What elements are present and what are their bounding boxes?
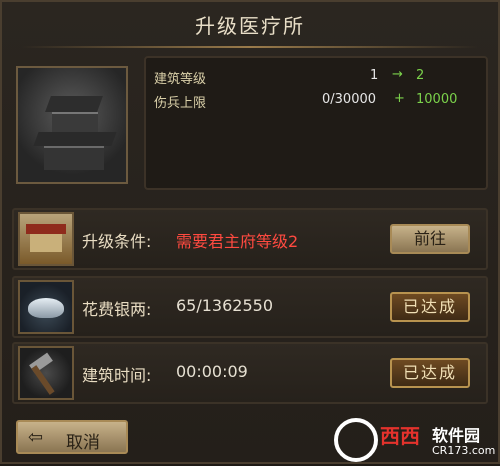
cancel-button[interactable]: ⇦ 取消 <box>16 420 128 454</box>
time-row: 建筑时间: 00:00:09 已达成 <box>12 342 488 404</box>
building-level-current: 1 <box>370 68 379 83</box>
site-watermark: 西西 软件园 CR173.com <box>332 414 500 466</box>
watermark-site: 软件园 <box>432 426 481 445</box>
dialog-title: 升级医疗所 <box>195 14 305 38</box>
cost-value: 65/1362550 <box>176 296 274 315</box>
wounded-cap-label: 伤兵上限 <box>154 96 207 111</box>
back-arrow-icon: ⇦ <box>28 427 44 448</box>
cost-row: 花费银两: 65/1362550 已达成 <box>12 276 488 338</box>
requirement-label: 升级条件: <box>82 232 152 251</box>
time-label: 建筑时间: <box>82 366 152 385</box>
wounded-cap-plus: + <box>394 91 405 106</box>
upgrade-dialog: 升级医疗所 建筑等级 1 → 2 伤兵上限 0/30000 + 10000 升级… <box>0 0 500 464</box>
wounded-cap-add: 10000 <box>416 92 458 107</box>
watermark-brand: 西西 <box>380 424 420 448</box>
building-level-label: 建筑等级 <box>154 72 207 87</box>
wounded-cap-current: 0/30000 <box>322 92 377 107</box>
cost-achieved-button[interactable]: 已达成 <box>390 292 470 322</box>
title-divider <box>22 46 478 48</box>
requirement-value: 需要君主府等级2 <box>176 232 299 251</box>
silver-ingot-icon <box>18 280 74 334</box>
building-level-next: 2 <box>416 68 425 83</box>
watermark-logo-icon <box>334 418 378 462</box>
watermark-url: CR173.com <box>432 444 496 457</box>
cost-label: 花费银两: <box>82 300 152 319</box>
requirement-row: 升级条件: 需要君主府等级2 前往 <box>12 208 488 270</box>
level-arrow-icon: → <box>392 67 403 82</box>
hammer-icon <box>18 346 74 400</box>
palace-icon <box>18 212 74 266</box>
building-preview-image <box>16 66 128 184</box>
time-value: 00:00:09 <box>176 362 248 381</box>
cancel-label: 取消 <box>66 433 100 453</box>
go-button[interactable]: 前往 <box>390 224 470 254</box>
time-achieved-button[interactable]: 已达成 <box>390 358 470 388</box>
stats-panel: 建筑等级 1 → 2 伤兵上限 0/30000 + 10000 <box>144 56 488 190</box>
